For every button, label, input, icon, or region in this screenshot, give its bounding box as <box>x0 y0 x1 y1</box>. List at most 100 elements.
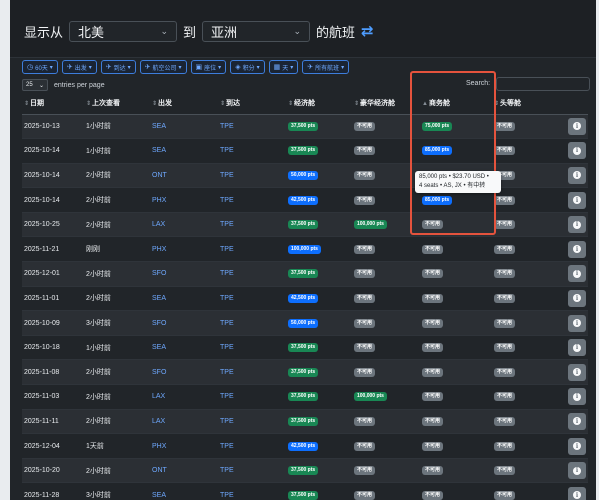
points-badge: 不可用 <box>422 244 444 254</box>
cell-date: 2025-10-14 <box>22 187 84 213</box>
details-button[interactable]: i <box>568 412 586 430</box>
cell-from-text[interactable]: LAX <box>152 393 165 400</box>
cell-last-seen: 3小时前 <box>84 482 150 500</box>
cell-to-text[interactable]: TPE <box>220 197 234 204</box>
filter-label: 积分 <box>242 65 255 72</box>
details-button[interactable]: i <box>568 265 586 283</box>
col-economy[interactable]: ⇕经济舱 <box>286 92 352 115</box>
cell-from: SEA <box>150 138 218 164</box>
filter-button-2[interactable]: ✈ 到达 ▾ <box>100 60 136 74</box>
details-button[interactable]: i <box>568 339 586 357</box>
caret-down-icon: ▾ <box>127 64 131 71</box>
cell-from-text[interactable]: SEA <box>152 123 166 130</box>
cell-to-text[interactable]: TPE <box>220 418 234 425</box>
details-button[interactable]: i <box>568 486 586 500</box>
details-button[interactable]: i <box>568 289 586 307</box>
cell-last-seen-text: 1小时前 <box>86 344 111 352</box>
filter-button-4[interactable]: ▣ 座位 ▾ <box>190 60 227 74</box>
details-button[interactable]: i <box>568 314 586 332</box>
cell-from-text[interactable]: PHX <box>152 443 166 450</box>
plane-arrival-icon: ✈ <box>105 64 112 71</box>
cell-first: 不可用 <box>492 113 552 139</box>
cell-from-text[interactable]: ONT <box>152 467 167 474</box>
cell-to-text[interactable]: TPE <box>220 295 234 302</box>
cell-first: 不可用 <box>492 261 552 287</box>
cell-first: 不可用 <box>492 457 552 483</box>
points-badge: 不可用 <box>422 318 444 328</box>
cell-to-text[interactable]: TPE <box>220 147 234 154</box>
col-date[interactable]: ⇕日期 <box>22 92 84 115</box>
cell-to-text[interactable]: TPE <box>220 270 234 277</box>
details-button[interactable]: i <box>568 191 586 209</box>
cell-to-text[interactable]: TPE <box>220 344 234 351</box>
search-input[interactable] <box>496 77 590 91</box>
details-button[interactable]: i <box>568 166 586 184</box>
cell-from-text[interactable]: SEA <box>152 492 166 499</box>
cell-from-text[interactable]: SEA <box>152 147 166 154</box>
col-premium-economy[interactable]: ⇕豪华经济舱 <box>352 92 420 115</box>
cell-from-text[interactable]: PHX <box>152 246 166 253</box>
filter-label: 航空公司 <box>152 65 177 72</box>
cell-from-text[interactable]: SEA <box>152 295 166 302</box>
cell-to-text[interactable]: TPE <box>220 492 234 499</box>
details-button[interactable]: i <box>568 117 586 135</box>
points-badge: 不可用 <box>494 244 516 254</box>
cell-from-text[interactable]: SFO <box>152 320 166 327</box>
cell-to-text[interactable]: TPE <box>220 221 234 228</box>
cell-first: 不可用 <box>492 138 552 164</box>
filter-button-1[interactable]: ✈ 出发 ▾ <box>61 60 97 74</box>
cell-premium-economy: 不可用 <box>352 162 420 188</box>
page-length-select[interactable]: 25 ⌄ <box>22 79 48 91</box>
cell-economy: 100,000 pts <box>286 236 352 262</box>
cell-to: TPE <box>218 334 286 360</box>
points-badge: 不可用 <box>354 121 376 131</box>
points-badge: 50,000 pts <box>288 318 319 328</box>
details-button[interactable]: i <box>568 142 586 160</box>
cell-last-seen-text: 2小时前 <box>86 393 111 401</box>
cell-from-text[interactable]: LAX <box>152 221 165 228</box>
cell-from-text[interactable]: PHX <box>152 197 166 204</box>
cell-from-text[interactable]: SFO <box>152 369 166 376</box>
cell-to-text[interactable]: TPE <box>220 123 234 130</box>
cell-premium-economy: 100,000 pts <box>352 384 420 410</box>
cell-from-text[interactable]: ONT <box>152 172 167 179</box>
details-button[interactable]: i <box>568 462 586 480</box>
points-badge: 不可用 <box>494 490 516 500</box>
details-button[interactable]: i <box>568 240 586 258</box>
cell-from-text[interactable]: LAX <box>152 418 165 425</box>
filter-button-7[interactable]: ✈ 所有航班 ▾ <box>302 60 350 74</box>
cell-last-seen: 2小时前 <box>84 408 150 434</box>
cell-to: TPE <box>218 408 286 434</box>
filter-button-3[interactable]: ✈ 航空公司 ▾ <box>139 60 187 74</box>
col-from[interactable]: ⇕出发 <box>150 92 218 115</box>
details-button[interactable]: i <box>568 216 586 234</box>
info-icon: i <box>573 122 581 131</box>
cell-to-text[interactable]: TPE <box>220 393 234 400</box>
col-to[interactable]: ⇕到达 <box>218 92 286 115</box>
filter-button-6[interactable]: ▦ 天 ▾ <box>268 60 299 74</box>
details-button[interactable]: i <box>568 437 586 455</box>
col-last-seen[interactable]: ⇕上次查看 <box>84 92 150 115</box>
col-first[interactable]: ⇕头等舱 <box>492 92 552 115</box>
details-button[interactable]: i <box>568 363 586 381</box>
cell-from-text[interactable]: SFO <box>152 270 166 277</box>
cell-from-text[interactable]: SEA <box>152 344 166 351</box>
cell-from: SEA <box>150 334 218 360</box>
details-button[interactable]: i <box>568 388 586 406</box>
points-badge: 不可用 <box>354 195 376 205</box>
cell-premium-economy: 不可用 <box>352 261 420 287</box>
table-row: 2025-11-01 2小时前 SEA TPE 42,500 pts 不可用 不可用 不可用 i <box>22 285 588 311</box>
cell-to-text[interactable]: TPE <box>220 467 234 474</box>
cell-to-text[interactable]: TPE <box>220 246 234 253</box>
cell-to-text[interactable]: TPE <box>220 443 234 450</box>
filter-button-0[interactable]: ◷ 60天 ▾ <box>22 60 58 74</box>
cell-to-text[interactable]: TPE <box>220 320 234 327</box>
col-business[interactable]: ▲商务舱 <box>420 92 492 115</box>
origin-region-select[interactable]: 北美 ⌄ <box>69 20 178 42</box>
cell-to-text[interactable]: TPE <box>220 172 234 179</box>
swap-icon[interactable]: ⇄ <box>361 22 374 40</box>
cell-business: 不可用 <box>420 334 492 360</box>
filter-button-5[interactable]: ◈ 积分 ▾ <box>230 60 265 74</box>
cell-to-text[interactable]: TPE <box>220 369 234 376</box>
destination-region-select[interactable]: 亚洲 ⌄ <box>202 20 311 42</box>
